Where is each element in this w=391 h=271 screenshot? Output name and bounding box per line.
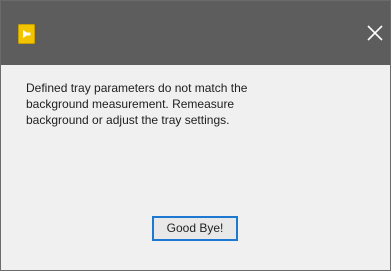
dialog-message: Defined tray parameters do not match the… xyxy=(26,81,248,127)
message-dialog: Defined tray parameters do not match the… xyxy=(0,0,391,271)
close-button[interactable] xyxy=(364,21,386,45)
title-bar xyxy=(1,1,390,65)
app-icon xyxy=(18,24,35,44)
goodbye-button[interactable]: Good Bye! xyxy=(152,216,238,241)
close-icon xyxy=(364,21,386,45)
dialog-body: Defined tray parameters do not match the… xyxy=(1,65,390,270)
